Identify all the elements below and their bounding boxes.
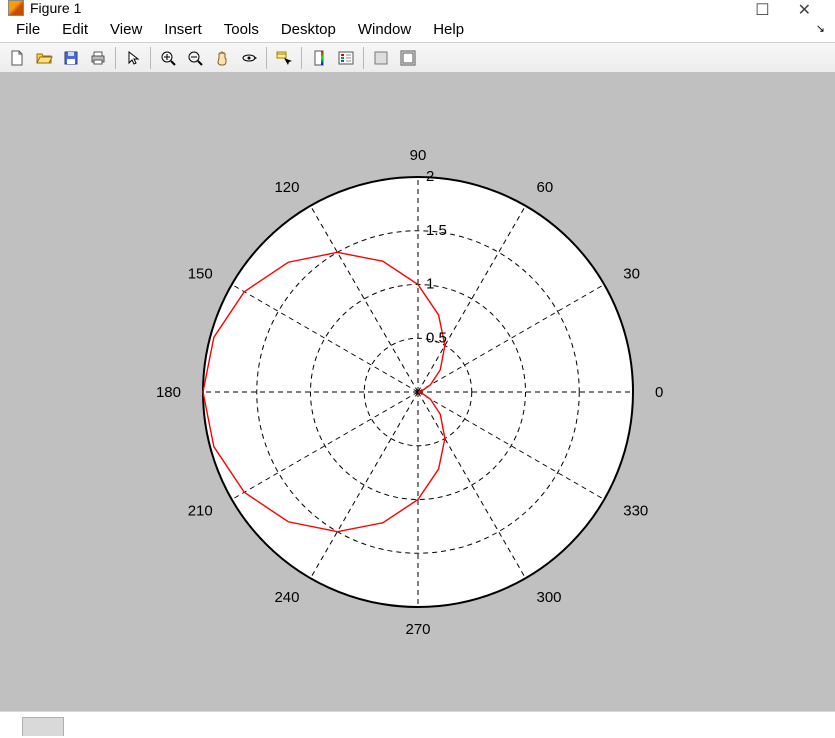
menu-view[interactable]: View bbox=[100, 19, 152, 40]
app-icon bbox=[8, 0, 24, 16]
open-folder-icon[interactable] bbox=[31, 45, 57, 71]
colorbar-icon[interactable] bbox=[306, 45, 332, 71]
new-file-icon[interactable] bbox=[4, 45, 30, 71]
toolbar-separator bbox=[363, 47, 364, 69]
link-axes-icon[interactable] bbox=[368, 45, 394, 71]
pan-hand-icon[interactable] bbox=[209, 45, 235, 71]
dock-tab[interactable] bbox=[22, 717, 64, 736]
zoom-in-icon[interactable] bbox=[155, 45, 181, 71]
theta-tick-label: 210 bbox=[187, 503, 212, 520]
r-tick-label: 1 bbox=[426, 276, 434, 293]
theta-tick-label: 90 bbox=[409, 147, 426, 164]
title-bar: Figure 1 ☐ ✕ bbox=[0, 0, 835, 16]
menu-tools[interactable]: Tools bbox=[214, 19, 269, 40]
toolbar-separator bbox=[115, 47, 116, 69]
data-cursor-icon[interactable] bbox=[271, 45, 297, 71]
menu-file[interactable]: File bbox=[6, 19, 50, 40]
window-title: Figure 1 bbox=[30, 0, 81, 16]
theta-tick-label: 60 bbox=[536, 179, 553, 196]
pointer-icon[interactable] bbox=[120, 45, 146, 71]
toolbar bbox=[0, 42, 835, 74]
theta-tick-label: 240 bbox=[274, 589, 299, 606]
r-tick-label: 1.5 bbox=[426, 222, 447, 239]
menu-desktop[interactable]: Desktop bbox=[271, 19, 346, 40]
theta-tick-label: 150 bbox=[187, 266, 212, 283]
theta-tick-label: 330 bbox=[623, 503, 648, 520]
menu-bar: File Edit View Insert Tools Desktop Wind… bbox=[0, 16, 835, 42]
menu-insert[interactable]: Insert bbox=[154, 19, 212, 40]
menu-overflow-icon[interactable]: ↘ bbox=[816, 22, 825, 35]
menu-window[interactable]: Window bbox=[348, 19, 421, 40]
theta-tick-label: 30 bbox=[623, 266, 640, 283]
zoom-out-icon[interactable] bbox=[182, 45, 208, 71]
rotate-3d-icon[interactable] bbox=[236, 45, 262, 71]
menu-edit[interactable]: Edit bbox=[52, 19, 98, 40]
theta-tick-label: 180 bbox=[155, 384, 180, 401]
toolbar-separator bbox=[150, 47, 151, 69]
theta-tick-label: 0 bbox=[655, 384, 663, 401]
figure-canvas[interactable]: 0 30 60 90 120 150 180 210 240 270 300 330 0.5 1 1.5 2 bbox=[0, 72, 835, 712]
toolbar-separator bbox=[266, 47, 267, 69]
toolbar-separator bbox=[301, 47, 302, 69]
print-icon[interactable] bbox=[85, 45, 111, 71]
legend-icon[interactable] bbox=[333, 45, 359, 71]
theta-tick-label: 270 bbox=[405, 621, 430, 638]
subplot-icon[interactable] bbox=[395, 45, 421, 71]
figure-window: Figure 1 ☐ ✕ File Edit View Insert Tools… bbox=[0, 0, 835, 738]
menu-help[interactable]: Help bbox=[423, 19, 474, 40]
dock-strip bbox=[0, 711, 835, 738]
r-tick-label: 0.5 bbox=[426, 329, 447, 346]
save-icon[interactable] bbox=[58, 45, 84, 71]
r-tick-label: 2 bbox=[426, 168, 434, 185]
theta-tick-label: 120 bbox=[274, 179, 299, 196]
polar-axes: 0 30 60 90 120 150 180 210 240 270 300 330 0.5 1 1.5 2 bbox=[138, 112, 698, 672]
theta-tick-label: 300 bbox=[536, 589, 561, 606]
